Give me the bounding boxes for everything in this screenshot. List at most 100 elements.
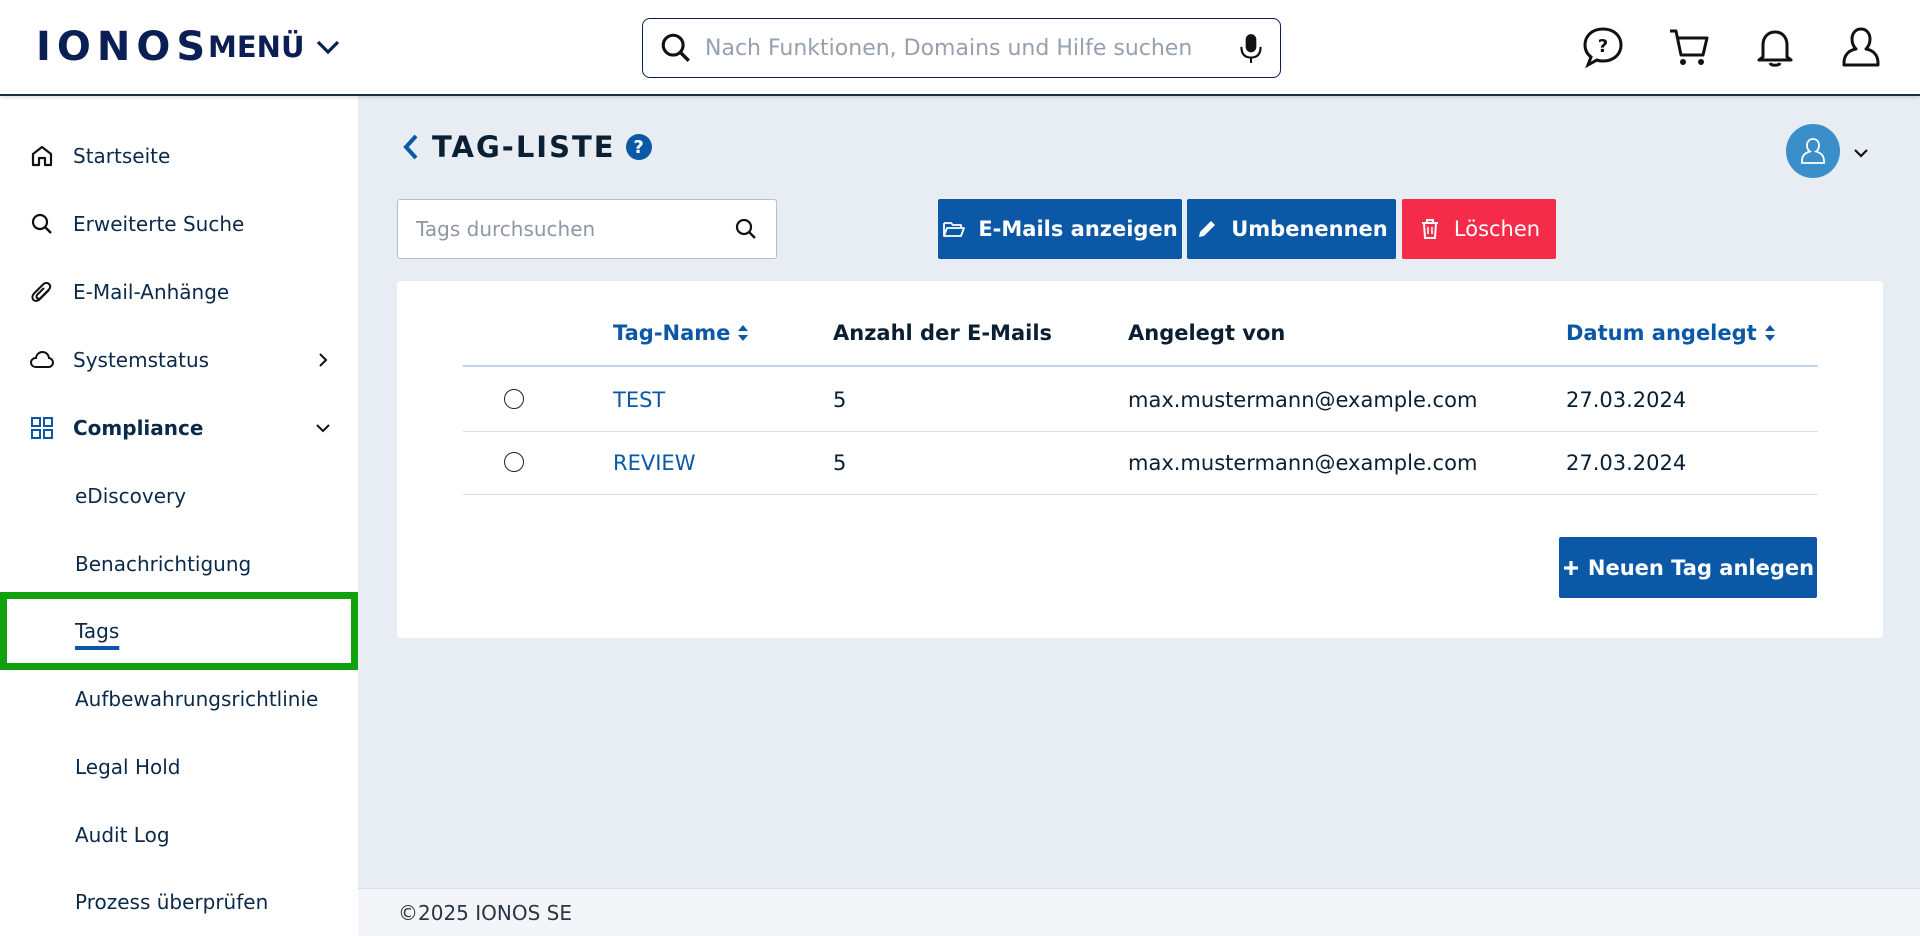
tag-search-input[interactable]	[416, 217, 734, 241]
tag-name-link[interactable]: TEST	[613, 369, 665, 431]
global-search-box[interactable]	[642, 18, 1281, 78]
show-emails-button[interactable]: E-Mails anzeigen	[938, 199, 1182, 259]
sidebar-subitem-label: Audit Log	[75, 823, 170, 847]
chevron-down-icon	[316, 40, 339, 55]
column-header-tag-name[interactable]: Tag-Name	[613, 321, 750, 345]
email-count: 5	[833, 451, 847, 475]
pencil-icon	[1199, 221, 1216, 237]
main-content: TAG-LISTE ? E-Mails anzeigen Umbenennen …	[358, 96, 1920, 888]
help-chat-icon: ?	[1583, 27, 1623, 69]
chevron-down-icon[interactable]	[1850, 142, 1872, 164]
tag-list-card: Tag-Name Anzahl der E-Mails Angelegt von…	[397, 281, 1883, 638]
cart-button[interactable]	[1666, 22, 1712, 72]
header-icons: ?	[1580, 22, 1884, 72]
sidebar-item-label: Compliance	[73, 416, 204, 440]
new-tag-label: Neuen Tag anlegen	[1587, 555, 1815, 580]
footer: ©2025 IONOS SE	[358, 888, 1920, 936]
help-chat-button[interactable]: ?	[1580, 22, 1626, 72]
chevron-right-icon	[319, 353, 328, 367]
row-radio[interactable]	[504, 452, 524, 472]
sidebar-item-audit-log[interactable]: Audit Log	[0, 807, 358, 863]
sidebar-item-label: Erweiterte Suche	[73, 212, 245, 236]
rename-label: Umbenennen	[1231, 217, 1388, 241]
page-title-text: TAG-LISTE	[432, 130, 616, 164]
cart-icon	[1670, 29, 1709, 65]
avatar[interactable]	[1786, 124, 1840, 178]
column-label: Angelegt von	[1128, 321, 1286, 345]
menu-button[interactable]: MENÜ	[208, 30, 343, 64]
sidebar-subitem-label: eDiscovery	[75, 484, 187, 508]
grid-icon	[28, 414, 56, 442]
top-bar: IONOS MENÜ ?	[0, 0, 1920, 96]
user-icon	[1801, 138, 1825, 164]
bell-icon	[1757, 30, 1793, 67]
sidebar-subitem-label: Prozess überprüfen	[75, 890, 269, 914]
search-icon	[28, 210, 56, 238]
date-created: 27.03.2024	[1566, 451, 1687, 475]
search-icon[interactable]	[734, 217, 758, 241]
sidebar-item-aufbewahrungsrichtlinie[interactable]: Aufbewahrungsrichtlinie	[0, 671, 358, 727]
user-icon	[1842, 27, 1880, 67]
date-created: 27.03.2024	[1566, 388, 1687, 412]
sort-icon	[1764, 325, 1775, 341]
home-icon	[28, 142, 56, 170]
tag-name-link[interactable]: REVIEW	[613, 432, 695, 494]
table-row[interactable]: TEST 5 max.mustermann@example.com 27.03.…	[463, 369, 1818, 432]
table-row[interactable]: REVIEW 5 max.mustermann@example.com 27.0…	[463, 432, 1818, 495]
page-title: TAG-LISTE ?	[400, 130, 652, 164]
sidebar-subitem-label: Legal Hold	[75, 755, 181, 779]
sidebar-item-label: Systemstatus	[73, 348, 210, 372]
sidebar: Startseite Erweiterte Suche E-Mail-Anhän…	[0, 96, 358, 936]
sidebar-item-erweiterte-suche[interactable]: Erweiterte Suche	[0, 196, 358, 252]
global-search-input[interactable]	[705, 35, 1238, 61]
notifications-button[interactable]	[1752, 22, 1798, 72]
created-by: max.mustermann@example.com	[1128, 451, 1478, 475]
sidebar-item-prozess-ueberpruefen[interactable]: Prozess überprüfen	[0, 874, 358, 930]
paperclip-icon	[28, 278, 56, 306]
chevron-down-icon	[316, 424, 330, 433]
sidebar-item-tags[interactable]: Tags	[0, 592, 358, 670]
column-label: Datum angelegt	[1566, 321, 1757, 345]
new-tag-button[interactable]: Neuen Tag anlegen	[1559, 537, 1817, 598]
menu-label: MENÜ	[208, 30, 305, 64]
search-icon	[661, 33, 690, 62]
sidebar-item-ediscovery[interactable]: eDiscovery	[0, 468, 358, 524]
help-icon[interactable]: ?	[625, 134, 652, 160]
table-header: Tag-Name Anzahl der E-Mails Angelegt von…	[463, 321, 1818, 367]
sidebar-item-systemstatus[interactable]: Systemstatus	[0, 332, 358, 388]
column-label: Anzahl der E-Mails	[833, 321, 1053, 345]
trash-icon	[1421, 219, 1438, 239]
row-radio[interactable]	[504, 389, 524, 409]
email-count: 5	[833, 388, 847, 412]
cloud-icon	[28, 346, 56, 374]
ionos-logo[interactable]: IONOS	[36, 24, 211, 70]
show-emails-label: E-Mails anzeigen	[978, 217, 1178, 241]
folder-open-icon	[943, 222, 966, 237]
account-button[interactable]	[1838, 22, 1884, 72]
delete-label: Löschen	[1453, 217, 1541, 241]
sidebar-item-benachrichtigung[interactable]: Benachrichtigung	[0, 536, 358, 592]
sidebar-subitem-label: Aufbewahrungsrichtlinie	[75, 687, 319, 711]
sidebar-item-label: Startseite	[73, 144, 171, 168]
sidebar-subitem-label: Tags	[75, 619, 120, 643]
column-header-date-created[interactable]: Datum angelegt	[1566, 321, 1777, 345]
copyright-text: ©2025 IONOS SE	[398, 901, 572, 925]
column-header-created-by: Angelegt von	[1128, 321, 1285, 345]
plus-icon	[1563, 560, 1578, 575]
sidebar-item-startseite[interactable]: Startseite	[0, 128, 358, 184]
sidebar-item-email-anhaenge[interactable]: E-Mail-Anhänge	[0, 264, 358, 320]
delete-button[interactable]: Löschen	[1402, 199, 1556, 259]
sidebar-item-legal-hold[interactable]: Legal Hold	[0, 739, 358, 795]
sidebar-item-compliance[interactable]: Compliance	[0, 400, 358, 456]
sidebar-item-label: E-Mail-Anhänge	[73, 280, 230, 304]
tag-search-box[interactable]	[397, 199, 777, 259]
svg-text:?: ?	[1598, 36, 1608, 57]
sort-icon	[738, 325, 749, 341]
chevron-left-icon[interactable]	[400, 133, 422, 161]
microphone-icon[interactable]	[1238, 32, 1264, 64]
column-label: Tag-Name	[613, 321, 731, 345]
rename-button[interactable]: Umbenennen	[1187, 199, 1396, 259]
column-header-email-count: Anzahl der E-Mails	[833, 321, 1052, 345]
created-by: max.mustermann@example.com	[1128, 388, 1478, 412]
sidebar-subitem-label: Benachrichtigung	[75, 552, 252, 576]
